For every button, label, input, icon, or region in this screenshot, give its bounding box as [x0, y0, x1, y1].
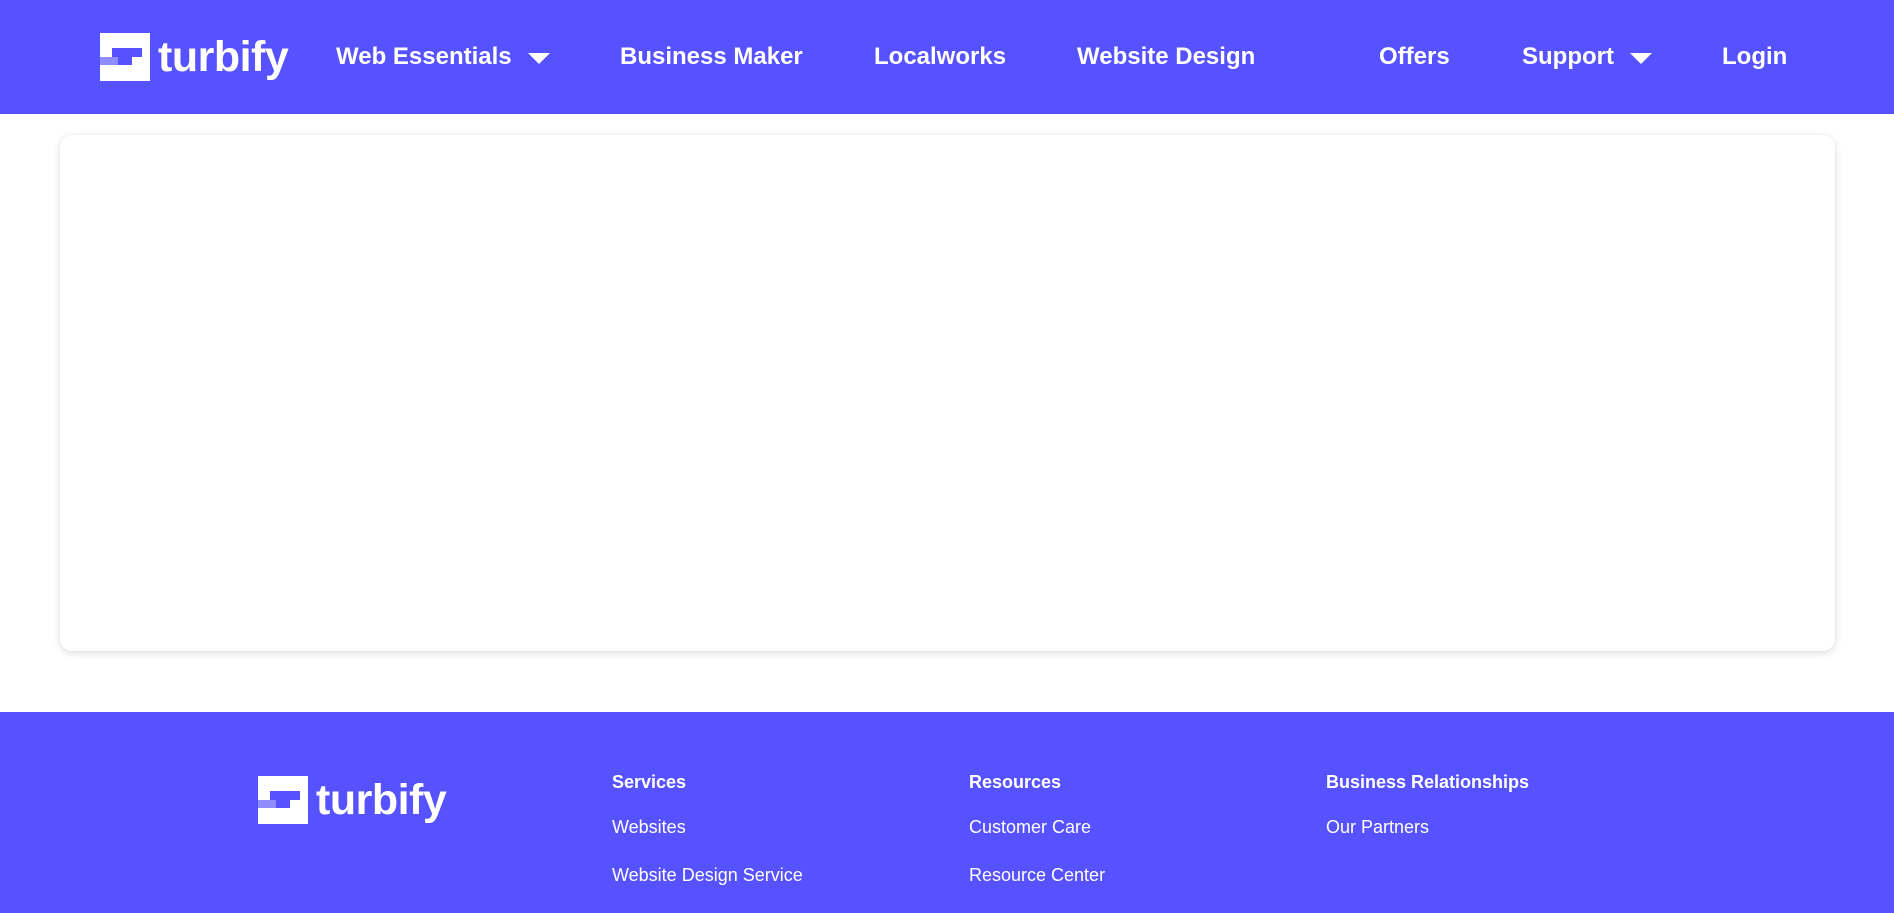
nav-support-label: Support	[1522, 43, 1614, 70]
site-footer: turbify Services Websites Website Design…	[0, 712, 1894, 913]
footer-turbify-logo-link[interactable]: turbify	[258, 776, 447, 824]
footer-link-resource-center[interactable]: Resource Center	[969, 862, 1105, 888]
footer-brand-name: turbify	[316, 776, 447, 824]
footer-column-business-relationships: Business Relationships Our Partners	[1326, 769, 1529, 840]
top-navigation-bar: turbify Web Essentials Business Maker Lo…	[0, 0, 1894, 114]
footer-link-website-design-service[interactable]: Website Design Service	[612, 862, 803, 888]
footer-column-title: Resources	[969, 772, 1062, 792]
footer-column-title: Services	[612, 772, 687, 792]
turbify-logo-icon	[258, 776, 308, 824]
nav-web-essentials[interactable]: Web Essentials	[336, 42, 550, 72]
nav-business-maker[interactable]: Business Maker	[620, 42, 803, 72]
nav-web-essentials-label: Web Essentials	[336, 43, 512, 70]
content-card	[60, 135, 1835, 651]
footer-column-title: Business Relationships	[1326, 772, 1530, 792]
footer-link-customer-care[interactable]: Customer Care	[969, 814, 1105, 840]
nav-offers[interactable]: Offers	[1379, 42, 1450, 72]
caret-down-icon	[1629, 52, 1652, 64]
footer-column-services: Services Websites Website Design Service	[612, 769, 803, 888]
nav-support[interactable]: Support	[1522, 42, 1652, 72]
nav-business-maker-label: Business Maker	[620, 43, 803, 70]
turbify-logo-link[interactable]: turbify	[100, 33, 289, 81]
turbify-logo-icon	[100, 33, 150, 81]
nav-login[interactable]: Login	[1722, 42, 1787, 72]
footer-link-our-partners[interactable]: Our Partners	[1326, 814, 1529, 840]
nav-localworks[interactable]: Localworks	[874, 42, 1006, 72]
nav-localworks-label: Localworks	[874, 43, 1007, 70]
nav-offers-label: Offers	[1379, 43, 1450, 70]
footer-column-resources: Resources Customer Care Resource Center	[969, 769, 1105, 888]
brand-name: turbify	[158, 33, 289, 81]
footer-link-websites[interactable]: Websites	[612, 814, 803, 840]
nav-login-label: Login	[1722, 43, 1788, 70]
nav-website-design-label: Website Design	[1077, 43, 1256, 70]
caret-down-icon	[527, 52, 550, 64]
nav-website-design[interactable]: Website Design	[1077, 42, 1255, 72]
